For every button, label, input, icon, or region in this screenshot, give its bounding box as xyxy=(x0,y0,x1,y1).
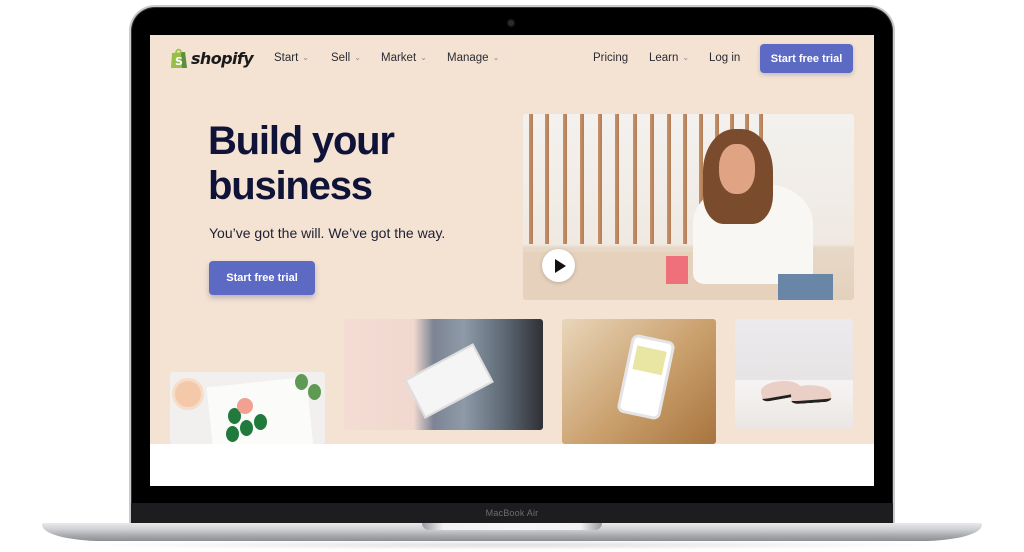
laptop-bezel-chin: MacBook Air xyxy=(131,503,893,525)
nav-login-label: Log in xyxy=(709,52,741,64)
nav-manage-label: Manage xyxy=(447,52,489,64)
video-play-button[interactable] xyxy=(542,249,575,282)
chevron-down-icon: ⌄ xyxy=(354,52,361,62)
chevron-down-icon: ⌄ xyxy=(302,52,309,62)
chevron-down-icon: ⌄ xyxy=(492,52,500,62)
logo-wordmark: shopify xyxy=(191,48,254,68)
chevron-down-icon: ⌄ xyxy=(682,52,690,62)
hero-start-free-trial-button[interactable]: Start free trial xyxy=(209,261,315,295)
nav-pricing-label: Pricing xyxy=(593,52,629,64)
laptop-hinge-notch xyxy=(422,523,602,530)
shopping-bag-icon: S xyxy=(170,47,188,69)
nav-login[interactable]: Log in xyxy=(709,52,740,64)
notebook-drawing-image xyxy=(170,372,325,444)
nav-sell[interactable]: Sell ⌄ xyxy=(331,52,361,64)
browser-screen: S shopify Start ⌄ Sell ⌄ Market ⌄ Manage… xyxy=(150,35,874,486)
hero-video[interactable] xyxy=(523,114,854,300)
hero-title: Build your business xyxy=(208,119,395,208)
page-lower-section xyxy=(150,444,874,486)
play-icon xyxy=(554,258,566,273)
chevron-down-icon: ⌄ xyxy=(420,52,427,62)
webcam xyxy=(508,20,514,26)
nav-market-label: Market xyxy=(381,52,417,64)
nav-start-label: Start xyxy=(274,52,299,64)
device-model-label: MacBook Air xyxy=(485,508,539,518)
nav-sell-label: Sell xyxy=(331,52,351,64)
laptop-shadow xyxy=(70,540,954,550)
top-navigation: S shopify Start ⌄ Sell ⌄ Market ⌄ Manage… xyxy=(150,35,874,83)
nav-start[interactable]: Start ⌄ xyxy=(274,52,309,64)
nav-market[interactable]: Market ⌄ xyxy=(381,52,427,64)
nav-learn[interactable]: Learn ⌄ xyxy=(649,52,689,64)
nav-learn-label: Learn xyxy=(649,52,679,64)
hero-subtitle: You’ve got the will. We’ve got the way. xyxy=(209,225,446,241)
nav-manage[interactable]: Manage ⌄ xyxy=(447,52,499,64)
nav-start-free-trial-button[interactable]: Start free trial xyxy=(760,44,853,73)
svg-text:S: S xyxy=(175,55,183,68)
shopify-logo[interactable]: S shopify xyxy=(170,47,254,69)
nav-pricing[interactable]: Pricing xyxy=(593,52,628,64)
tablet-clothing-rack-image xyxy=(344,319,543,430)
shoes-on-pedestal-image xyxy=(735,319,853,429)
phone-shopping-image xyxy=(562,319,716,444)
